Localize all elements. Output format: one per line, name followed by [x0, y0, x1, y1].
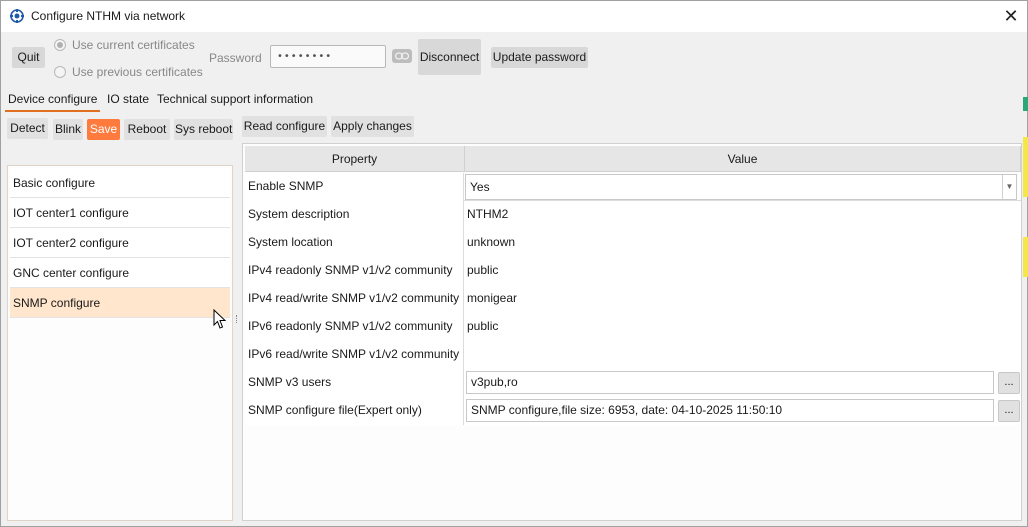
value-cell[interactable]	[464, 341, 1021, 369]
table-row[interactable]: System location unknown	[245, 229, 1021, 257]
use-current-certificates-radio[interactable]: Use current certificates	[54, 38, 195, 52]
snmp-v3-users-edit-button[interactable]: ...	[998, 372, 1020, 394]
table-row[interactable]: IPv4 read/write SNMP v1/v2 community mon…	[245, 285, 1021, 313]
column-header-property[interactable]: Property	[245, 146, 465, 172]
background-window-edge	[1023, 97, 1028, 517]
active-tab-indicator	[5, 110, 100, 112]
sys-reboot-button[interactable]: Sys reboot	[174, 119, 233, 140]
property-cell: IPv4 readonly SNMP v1/v2 community	[245, 257, 464, 285]
show-password-icon[interactable]	[392, 49, 412, 63]
use-previous-certificates-radio[interactable]: Use previous certificates	[54, 65, 203, 79]
list-item-iot-center1-configure[interactable]: IOT center1 configure	[10, 198, 230, 228]
table-row[interactable]: SNMP v3 users v3pub,ro ...	[245, 369, 1021, 397]
property-cell: IPv6 readonly SNMP v1/v2 community	[245, 313, 464, 341]
table-row[interactable]: System description NTHM2	[245, 201, 1021, 229]
list-item-iot-center2-configure[interactable]: IOT center2 configure	[10, 228, 230, 258]
tab-device-configure[interactable]: Device configure	[8, 92, 97, 106]
property-cell: IPv4 read/write SNMP v1/v2 community	[245, 285, 464, 313]
enable-snmp-dropdown[interactable]: Yes ▼	[465, 174, 1017, 200]
value-cell[interactable]: unknown	[464, 229, 1021, 257]
app-gear-icon	[10, 9, 24, 23]
value-cell[interactable]: public	[464, 313, 1021, 341]
table-row[interactable]: IPv6 read/write SNMP v1/v2 community	[245, 341, 1021, 369]
apply-changes-button[interactable]: Apply changes	[331, 116, 414, 137]
reboot-button[interactable]: Reboot	[124, 119, 170, 140]
password-input[interactable]: ••••••••	[270, 45, 386, 68]
save-button[interactable]: Save	[87, 119, 120, 140]
use-previous-certificates-label: Use previous certificates	[72, 65, 203, 79]
title-bar: Configure NTHM via network ✕	[1, 1, 1027, 32]
enable-snmp-value: Yes	[470, 180, 490, 194]
password-label: Password	[209, 51, 262, 65]
property-panel: Property Value Enable SNMP Yes ▼ System …	[242, 143, 1022, 521]
snmp-v3-users-field[interactable]: v3pub,ro	[466, 371, 994, 394]
configure-window: Configure NTHM via network ✕ Quit Use cu…	[0, 0, 1028, 527]
snmp-configure-file-edit-button[interactable]: ...	[998, 400, 1020, 422]
value-cell[interactable]: public	[464, 257, 1021, 285]
table-row[interactable]: IPv4 readonly SNMP v1/v2 community publi…	[245, 257, 1021, 285]
chevron-down-icon[interactable]: ▼	[1002, 175, 1016, 199]
list-item-snmp-configure[interactable]: SNMP configure	[10, 288, 230, 318]
detect-button[interactable]: Detect	[7, 118, 48, 139]
value-cell[interactable]: monigear	[464, 285, 1021, 313]
splitter-handle[interactable]	[236, 315, 238, 323]
mouse-cursor-icon	[213, 309, 227, 329]
table-row[interactable]: SNMP configure file(Expert only) SNMP co…	[245, 397, 1021, 425]
snmp-configure-file-field[interactable]: SNMP configure,file size: 6953, date: 04…	[466, 399, 994, 422]
section-list: Basic configure IOT center1 configure IO…	[7, 165, 233, 521]
tab-technical-support[interactable]: Technical support information	[157, 92, 313, 106]
property-cell: SNMP v3 users	[245, 369, 464, 397]
close-icon[interactable]: ✕	[999, 5, 1023, 27]
read-configure-button[interactable]: Read configure	[242, 116, 327, 137]
property-cell: System description	[245, 201, 464, 229]
tab-io-state[interactable]: IO state	[107, 92, 149, 106]
radio-empty-icon	[54, 66, 66, 78]
list-item-basic-configure[interactable]: Basic configure	[10, 168, 230, 198]
property-cell: IPv6 read/write SNMP v1/v2 community	[245, 341, 464, 369]
disconnect-button[interactable]: Disconnect	[418, 39, 481, 75]
property-cell: SNMP configure file(Expert only)	[245, 397, 464, 425]
table-row[interactable]: Enable SNMP Yes ▼	[245, 173, 1021, 201]
quit-button[interactable]: Quit	[12, 47, 45, 68]
update-password-button[interactable]: Update password	[491, 47, 588, 68]
table-row[interactable]: IPv6 readonly SNMP v1/v2 community publi…	[245, 313, 1021, 341]
radio-selected-icon	[54, 39, 66, 51]
window-title: Configure NTHM via network	[31, 9, 186, 23]
value-cell[interactable]: NTHM2	[464, 201, 1021, 229]
use-current-certificates-label: Use current certificates	[72, 38, 195, 52]
property-cell: System location	[245, 229, 464, 257]
list-item-gnc-center-configure[interactable]: GNC center configure	[10, 258, 230, 288]
blink-button[interactable]: Blink	[53, 119, 83, 140]
column-header-value[interactable]: Value	[465, 146, 1021, 172]
property-cell: Enable SNMP	[245, 173, 464, 201]
